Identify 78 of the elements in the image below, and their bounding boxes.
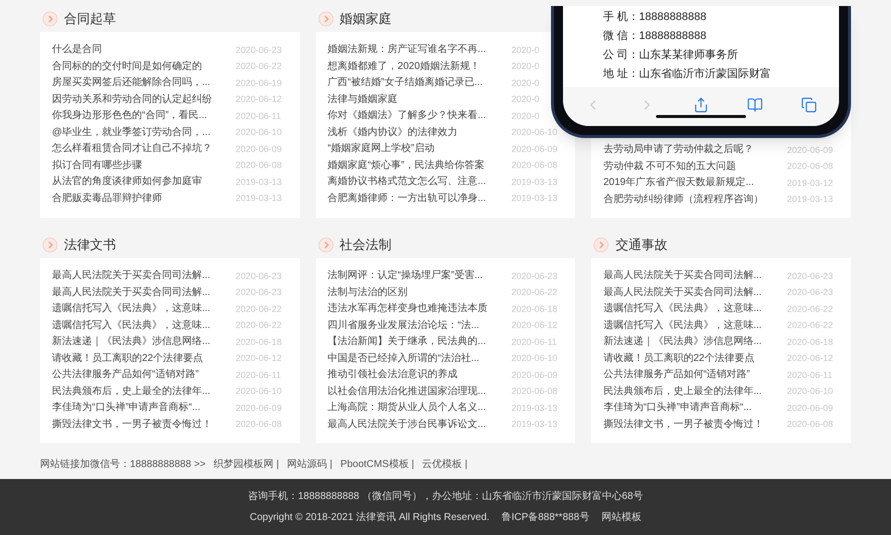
news-link[interactable]: 李佳琦为“口头禅”申请声音商标“... (603, 403, 752, 414)
news-link[interactable]: 最高人民法院关于买卖合同司法解... (603, 271, 762, 282)
section-title: 法律文书 (64, 236, 116, 254)
news-link[interactable]: 从法官的角度谈律师如何参加庭审 (52, 177, 202, 188)
friend-link[interactable]: 织梦园模板网 | (214, 456, 280, 472)
section-title: 社会法制 (340, 236, 392, 254)
news-link[interactable]: 以社会信用法治化推进国家治理现... (328, 386, 486, 397)
news-link[interactable]: 民法典颁布后，史上最全的法律年... (603, 386, 762, 397)
news-link[interactable]: 法制与法治的区别 (328, 288, 408, 298)
news-link[interactable]: 推动引领社会法治意识的养成 (328, 370, 458, 380)
news-link[interactable]: 合肥离婚律师：一方出轨可以净身... (328, 194, 486, 204)
news-link[interactable]: 广西“被结婚”女子结婚离婚记录已... (328, 78, 483, 88)
news-link[interactable]: 婚姻家庭“烦心事”，民法典给你答案 (328, 160, 484, 171)
news-link[interactable]: 【法治新闻】关于继承，民法典的... (328, 337, 486, 348)
news-link[interactable]: 最高人民法院关于买卖合同司法解... (52, 271, 210, 282)
contact-line: 手 机：18888888888 (603, 10, 708, 24)
links-label: 网站链接加微信号：18888888888 >> (40, 458, 206, 472)
copyright-text: Copyright © 2018-2021 法律资讯 All Rights Reserved. (250, 510, 490, 525)
section-title: 合同起草 (64, 10, 116, 28)
news-link[interactable]: 上海高院：期货从业人员个人名义... (328, 403, 486, 414)
chevron-circle-icon (593, 237, 610, 253)
news-link[interactable]: 离婚协议书格式范文怎么写、注意... (328, 177, 486, 188)
news-link[interactable]: 拟订合同有哪些步骤 (52, 160, 142, 171)
chevron-circle-icon (318, 237, 334, 253)
news-link[interactable]: 民法典颁布后，史上最全的法律年... (52, 386, 210, 397)
news-link[interactable]: 最高人民法院关于买卖合同司法解... (603, 288, 762, 298)
contact-line: 地 址：山东省临沂市沂蒙国际财富 (603, 67, 772, 81)
section-title: 交通事故 (615, 236, 668, 254)
news-link[interactable]: 法律与婚姻家庭 (328, 94, 398, 105)
news-link[interactable]: 请收藏！员工离职的22个法律要点 (603, 354, 754, 364)
news-link[interactable]: 房屋买卖网签后还能解除合同吗，... (52, 78, 210, 88)
news-link[interactable]: 新法速递｜《民法典》涉信息网络... (52, 337, 210, 348)
friend-link[interactable]: 云优模板 | (422, 456, 468, 472)
news-link[interactable]: 怎么样看租赁合同才让自己不掉坑？ (52, 144, 212, 154)
contact-line: 微 信：18888888888 (603, 29, 708, 43)
news-link[interactable]: 遗嘱信托写入《民法典》，这意味... (603, 304, 762, 314)
news-link[interactable]: 2019年广东省产假天数最新规定... (603, 178, 754, 188)
chevron-circle-icon (42, 237, 58, 253)
news-link[interactable]: 婚姻法新规：房产证写谁名字不再... (328, 45, 486, 56)
news-link[interactable]: 你我身边形形色色的“合同”，看民... (52, 111, 207, 122)
news-link[interactable]: 你对《婚姻法》了解多少？快来看... (328, 111, 486, 122)
news-link[interactable]: 浅析《婚内协议》的法律效力 (328, 128, 458, 138)
news-link[interactable]: 公共法律服务产品如何“适销对路” (603, 370, 750, 380)
news-link[interactable]: 因劳动关系和劳动合同的认定起纠纷 (52, 94, 212, 105)
friend-link[interactable]: 网站源码 | (287, 456, 332, 472)
chevron-circle-icon (42, 11, 58, 27)
news-link[interactable]: 请收藏！员工离职的22个法律要点 (52, 354, 204, 364)
icp-link[interactable]: 鲁ICP备888**888号 (501, 510, 590, 525)
footer-contact: 咨询手机：18888888888 （微信同号），办公地址：山东省临沂市沂蒙国际财富中心68号 (248, 490, 644, 504)
news-link[interactable]: 什么是合同 (52, 45, 102, 56)
news-link[interactable]: 最高人民法院关于涉台民事诉讼文... (328, 420, 486, 430)
news-link[interactable]: 合肥劳动纠纷律师（流程程序咨询） (603, 194, 764, 205)
news-link[interactable]: 去劳动局申请了劳动仲裁之后呢？ (603, 145, 754, 156)
news-link[interactable]: 劳动仲裁 不可不知的五大问题 (603, 162, 736, 172)
news-link[interactable]: 公共法律服务产品如何“适销对路” (52, 370, 199, 380)
friend-link[interactable]: PbootCMS模板 | (340, 456, 414, 472)
news-link[interactable]: @毕业生，就业季签订劳动合同，... (52, 128, 210, 138)
site-template-link[interactable]: 网站模板 (601, 510, 642, 525)
tabs-icon[interactable] (799, 95, 819, 115)
news-link[interactable]: 撕毁法律文书，一男子被责令悔过！ (52, 420, 212, 430)
section-title: 婚姻家庭 (340, 10, 392, 28)
news-link[interactable]: 最高人民法院关于买卖合同司法解... (52, 288, 210, 298)
news-link[interactable]: 四川省服务业发展法治论坛：“法... (328, 320, 480, 331)
contact-line: 公 司：山东某某律师事务所 (603, 48, 740, 62)
news-link[interactable]: 合同标的的交付时间是如何确定的 (52, 62, 202, 72)
news-link[interactable]: 想离婚都难了，2020婚姻法新规！ (328, 62, 480, 72)
chevron-circle-icon (318, 11, 334, 27)
news-link[interactable]: 遗嘱信托写入《民法典》，这意味... (603, 320, 762, 331)
news-link[interactable]: 法制网评：认定“操场埋尸案”受害... (328, 271, 483, 282)
news-link[interactable]: 合肥贩卖毒品罪辩护律师 (52, 194, 162, 204)
news-link[interactable]: 新法速递｜《民法典》涉信息网络... (603, 337, 762, 348)
news-link[interactable]: 违法水军再怎样变身也难掩违法本质 (328, 304, 488, 314)
news-link[interactable]: 中国是否已经掉入所谓的“法治社... (328, 354, 480, 364)
news-link[interactable]: “婚姻家庭网上学校”启动 (328, 144, 434, 154)
news-link[interactable]: 撕毁法律文书，一男子被责令悔过！ (603, 420, 764, 430)
news-link[interactable]: 李佳琦为“口头禅”申请声音商标“... (52, 403, 200, 414)
news-link[interactable]: 遗嘱信托写入《民法典》，这意味... (52, 304, 210, 314)
news-link[interactable]: 遗嘱信托写入《民法典》，这意味... (52, 320, 210, 331)
